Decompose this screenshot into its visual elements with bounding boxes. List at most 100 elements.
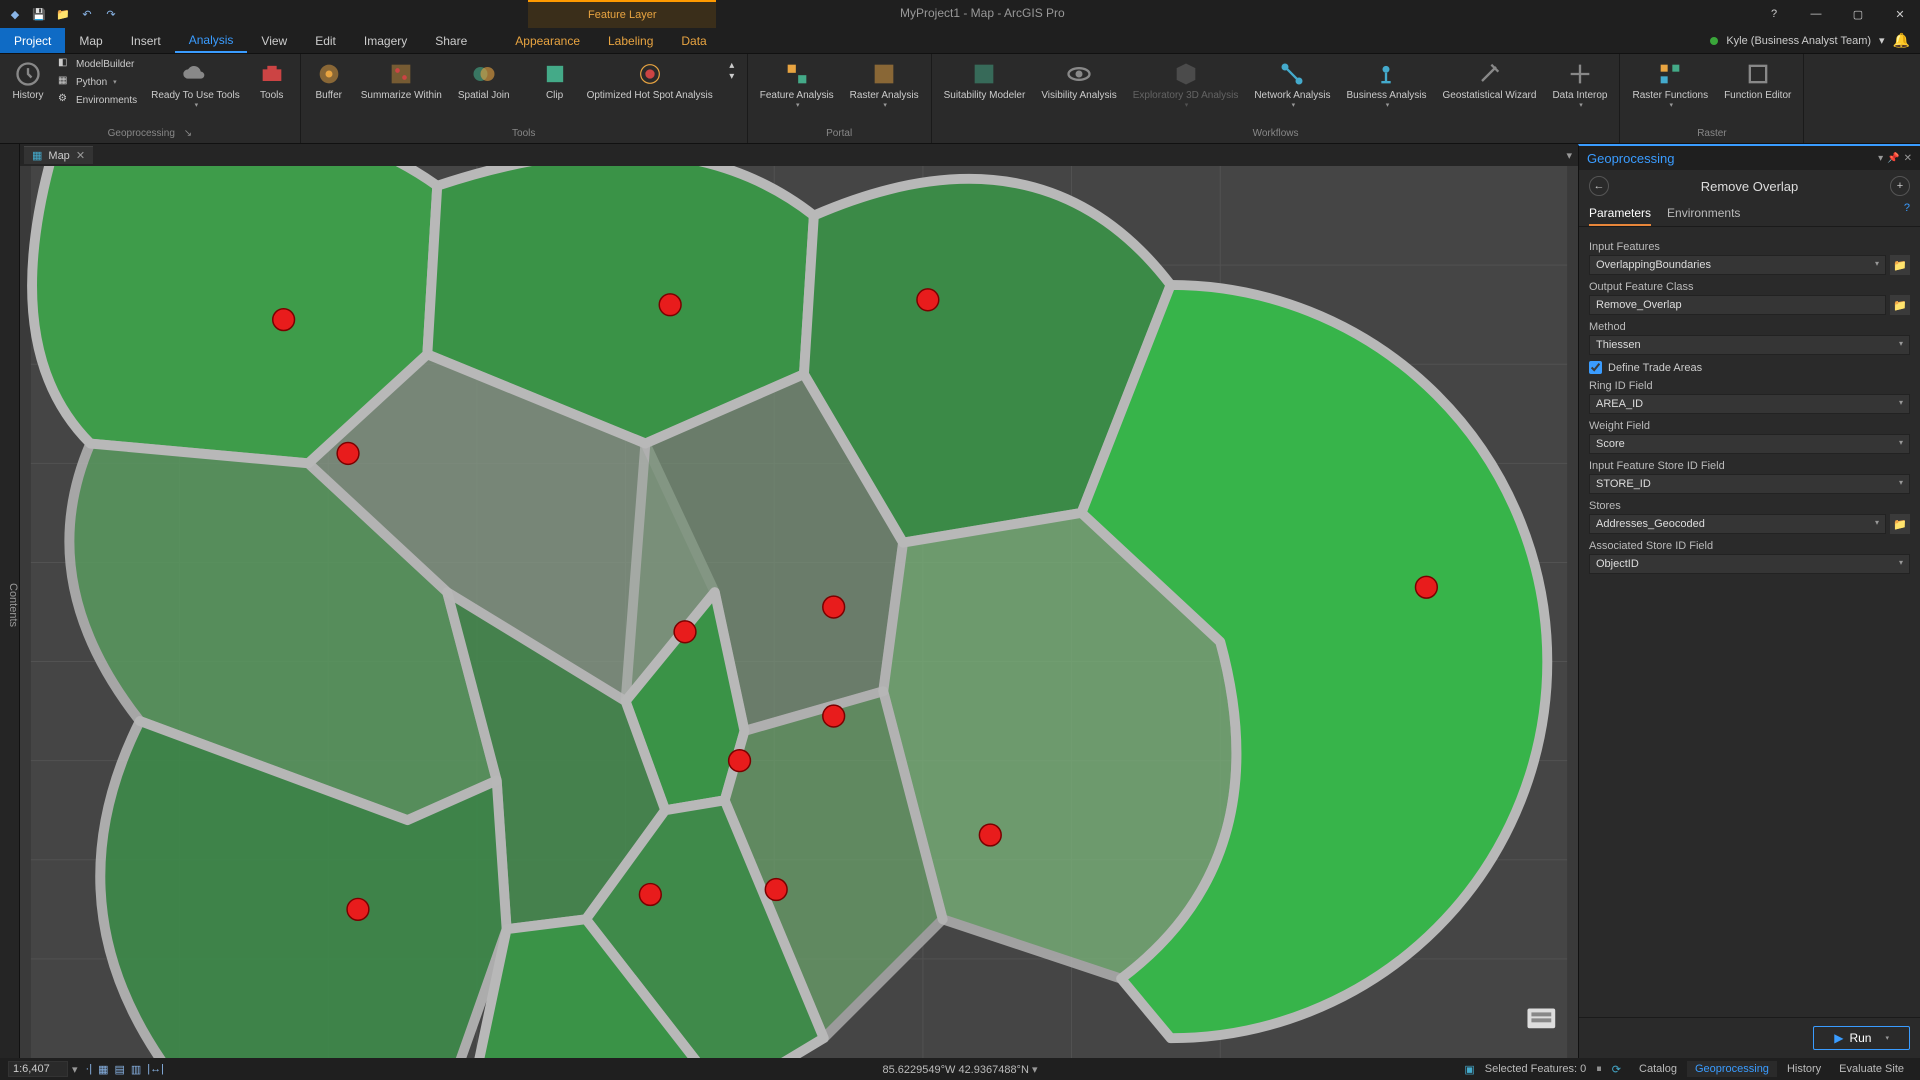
assoc-store-id-select[interactable]: ObjectID [1589,554,1910,574]
undo-icon[interactable]: ↶ [78,5,96,23]
browse-output-icon[interactable]: 📁 [1890,295,1910,315]
history-tab[interactable]: History [1779,1061,1829,1077]
geoprocessing-tab[interactable]: Geoprocessing [1687,1061,1777,1077]
tab-edit[interactable]: Edit [301,28,350,53]
network-button[interactable]: Network Analysis▾ [1248,56,1336,113]
python-icon: ▦ [58,75,72,89]
ring-id-select[interactable]: AREA_ID [1589,394,1910,414]
geostat-button[interactable]: Geostatistical Wizard [1437,56,1543,105]
buffer-button[interactable]: Buffer [307,56,351,105]
pane-options-icon[interactable]: ▾ [1878,153,1883,164]
run-button[interactable]: ▶ Run ▾ [1813,1026,1910,1050]
refresh-icon[interactable]: ⟳ [1612,1063,1621,1076]
user-dropdown-icon[interactable]: ▾ [1879,34,1885,47]
add-batch-button[interactable]: + [1890,176,1910,196]
python-button[interactable]: ▦Python▾ [54,74,141,90]
weight-label: Weight Field [1589,420,1910,432]
tools-button[interactable]: Tools [250,56,294,105]
view-menu-dropdown[interactable]: ▾ [1566,149,1572,162]
close-map-tab-icon[interactable]: ✕ [76,149,85,162]
scale-input[interactable] [8,1061,68,1077]
grid-icon[interactable]: ▤ [114,1063,124,1076]
notifications-icon[interactable]: 🔔 [1893,32,1910,49]
pointer-coords-icon[interactable]: ·| [86,1063,93,1076]
input-features-label: Input Features [1589,241,1910,253]
run-dropdown-icon[interactable]: ▾ [1885,1034,1889,1042]
scale-dropdown-icon[interactable]: ▾ [72,1063,78,1076]
method-select[interactable]: Thiessen [1589,335,1910,355]
minimize-icon[interactable]: — [1796,0,1836,28]
help-icon[interactable]: ? [1754,0,1794,28]
tab-labeling[interactable]: Labeling [594,28,667,53]
map-view-tab[interactable]: ▦ Map ✕ [24,146,93,164]
weight-select[interactable]: Score [1589,434,1910,454]
ready-tools-button[interactable]: Ready To Use Tools▾ [145,56,246,113]
data-interop-button[interactable]: Data Interop▾ [1546,56,1613,113]
maximize-icon[interactable]: ▢ [1838,0,1878,28]
raster-functions-button[interactable]: Raster Functions▾ [1626,56,1714,113]
tab-appearance[interactable]: Appearance [501,28,594,53]
map-canvas[interactable] [20,166,1578,1058]
open-icon[interactable]: 📁 [54,5,72,23]
pane-autohide-icon[interactable]: 📌 [1887,153,1899,164]
tab-project[interactable]: Project [0,28,65,53]
hotspot-button[interactable]: Optimized Hot Spot Analysis [581,56,719,105]
browse-input-icon[interactable]: 📁 [1890,255,1910,275]
browse-stores-icon[interactable]: 📁 [1890,514,1910,534]
environments-tab[interactable]: Environments [1667,202,1740,226]
spatial-join-icon [470,60,498,88]
hotspot-icon [636,60,664,88]
user-name[interactable]: Kyle (Business Analyst Team) [1726,35,1871,47]
business-button[interactable]: Business Analysis▾ [1340,56,1432,113]
suitability-button[interactable]: Suitability Modeler [938,56,1032,105]
selected-features-icon[interactable]: ▣ [1464,1063,1474,1076]
store-id-select[interactable]: STORE_ID [1589,474,1910,494]
tab-share[interactable]: Share [421,28,481,53]
tool-help-icon[interactable]: ? [1904,202,1910,226]
back-button[interactable]: ← [1589,176,1609,196]
input-features-select[interactable]: OverlappingBoundaries [1589,255,1886,275]
tab-view[interactable]: View [247,28,301,53]
function-editor-button[interactable]: Function Editor [1718,56,1797,105]
tab-analysis[interactable]: Analysis [175,28,248,53]
pane-close-icon[interactable]: ✕ [1904,153,1912,164]
user-status-icon [1710,37,1718,45]
close-icon[interactable]: ✕ [1880,0,1920,28]
snap-icon[interactable]: ▦ [98,1063,108,1076]
dialog-launcher-icon[interactable]: ↘ [184,128,192,139]
stores-select[interactable]: Addresses_Geocoded [1589,514,1886,534]
spatial-join-button[interactable]: Spatial Join [452,56,516,105]
tab-data[interactable]: Data [667,28,720,53]
raster-func-icon [1656,60,1684,88]
define-trade-areas-checkbox[interactable] [1589,361,1602,374]
tab-map[interactable]: Map [65,28,116,53]
parameters-tab[interactable]: Parameters [1589,202,1651,226]
ribbon: History ◧ModelBuilder ▦Python▾ ⚙Environm… [0,54,1920,144]
business-icon [1372,60,1400,88]
feature-analysis-button[interactable]: Feature Analysis▾ [754,56,840,113]
tools-gallery-dropdown[interactable]: ▴▾ [723,56,741,86]
tab-imagery[interactable]: Imagery [350,28,421,53]
pause-drawing-icon[interactable]: ⏸ [1596,1063,1602,1076]
redo-icon[interactable]: ↷ [102,5,120,23]
group-label-workflows: Workflows [938,126,1614,141]
save-icon[interactable]: 💾 [30,5,48,23]
constraints-icon[interactable]: ▥ [131,1063,141,1076]
output-fc-input[interactable] [1589,295,1886,315]
group-label-tools: Tools [307,126,741,141]
history-button[interactable]: History [6,56,50,105]
tab-insert[interactable]: Insert [117,28,175,53]
dynamic-icon[interactable]: |↔| [147,1063,164,1076]
visibility-button[interactable]: Visibility Analysis [1035,56,1122,105]
environments-button[interactable]: ⚙Environments [54,92,141,108]
summarize-button[interactable]: Summarize Within [355,56,448,105]
modelbuilder-button[interactable]: ◧ModelBuilder [54,56,141,72]
catalog-tab[interactable]: Catalog [1631,1061,1685,1077]
coordinate-display[interactable]: 85.6229549°W 42.9367488°N ▾ [882,1063,1037,1076]
modelbuilder-icon: ◧ [58,57,72,71]
clip-button[interactable]: Clip [533,56,577,105]
contents-pane-tab[interactable]: Contents [0,144,20,1058]
app-icon[interactable]: ◆ [6,5,24,23]
raster-analysis-button[interactable]: Raster Analysis▾ [844,56,925,113]
evaluate-site-tab[interactable]: Evaluate Site [1831,1061,1912,1077]
